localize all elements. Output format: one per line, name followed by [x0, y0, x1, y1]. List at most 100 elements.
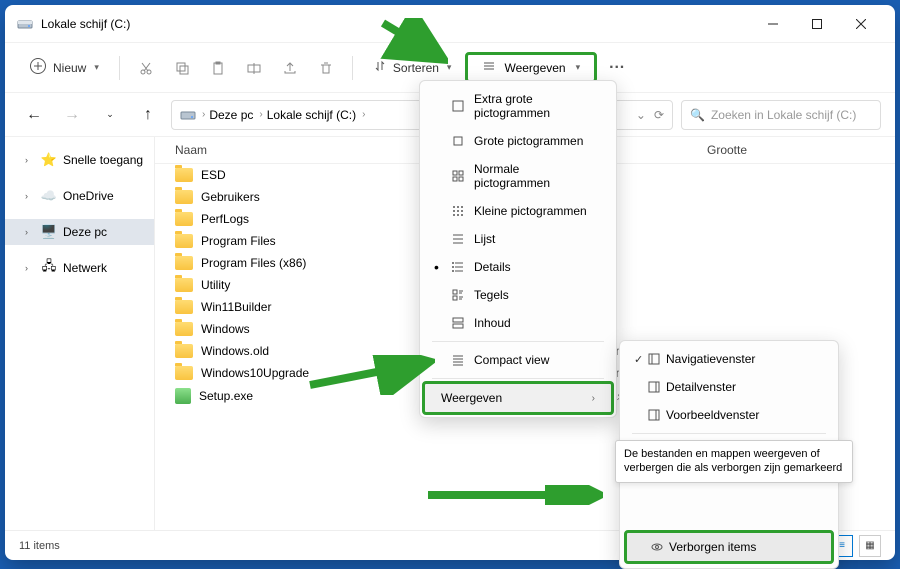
close-button[interactable] [839, 5, 883, 43]
chevron-down-icon: ▾ [576, 62, 581, 73]
submenu-item[interactable]: Voorbeeldvenster [624, 401, 834, 429]
sort-button[interactable]: Sorteren ▾ [363, 53, 462, 82]
sidebar-item-quick-access[interactable]: ›⭐Snelle toegang [5, 147, 154, 173]
file-name: ESD [201, 168, 226, 182]
sort-label: Sorteren [393, 61, 439, 75]
sort-icon [373, 59, 387, 76]
menu-item-label: Inhoud [474, 316, 511, 330]
copy-button[interactable] [166, 52, 198, 84]
sidebar-item-network[interactable]: ›🖧Netwerk [5, 255, 154, 281]
folder-icon [175, 212, 193, 226]
delete-button[interactable] [310, 52, 342, 84]
file-name: Gebruikers [201, 190, 260, 204]
sidebar-item-label: Snelle toegang [63, 153, 143, 167]
md-grid-icon [450, 169, 466, 183]
menu-item-label: Weergeven [441, 391, 502, 405]
submenu-item-label: Verborgen items [669, 540, 756, 554]
monitor-icon: 🖥️ [41, 224, 57, 240]
chevron-right-icon: › [362, 109, 365, 120]
eye-icon [649, 540, 665, 554]
title-bar: Lokale schijf (C:) [5, 5, 895, 43]
exe-icon [175, 388, 191, 404]
sidebar-item-onedrive[interactable]: ›☁️OneDrive [5, 183, 154, 209]
breadcrumb-item[interactable]: Lokale schijf (C:) [267, 108, 356, 122]
search-input[interactable]: 🔍 Zoeken in Lokale schijf (C:) [681, 100, 881, 130]
new-button[interactable]: Nieuw ▾ [19, 51, 109, 84]
menu-item-label: Normale pictogrammen [474, 162, 596, 190]
col-name[interactable]: Naam [155, 143, 445, 157]
tooltip-text: De bestanden en mappen weergeven of verb… [624, 448, 842, 474]
item-count: 11 items [19, 540, 60, 552]
folder-icon [175, 234, 193, 248]
menu-item[interactable]: Normale pictogrammen [424, 155, 612, 197]
cloud-icon: ☁️ [41, 188, 57, 204]
file-name: Windows [201, 322, 250, 336]
sm-grid-icon [450, 204, 466, 218]
view-icon [482, 59, 496, 76]
menu-item[interactable]: Lijst [424, 225, 612, 253]
list-icon [450, 232, 466, 246]
menu-item-show[interactable]: Weergeven › [422, 381, 614, 415]
share-button[interactable] [274, 52, 306, 84]
minimize-button[interactable] [751, 5, 795, 43]
chevron-down-icon: ▾ [94, 62, 99, 73]
submenu-item-label: Navigatievenster [666, 352, 755, 366]
file-name: Utility [201, 278, 230, 292]
menu-item-label: Kleine pictogrammen [474, 204, 587, 218]
menu-item-compact[interactable]: Compact view [424, 346, 612, 374]
tiles-icon [450, 288, 466, 302]
refresh-icon[interactable]: ⟳ [654, 108, 664, 122]
chevron-right-icon: › [25, 191, 35, 201]
breadcrumb-item[interactable]: Deze pc [209, 108, 253, 122]
chevron-right-icon: › [592, 393, 595, 404]
menu-item[interactable]: Grote pictogrammen [424, 127, 612, 155]
rename-button[interactable] [238, 52, 270, 84]
chevron-right-icon: › [259, 109, 262, 120]
menu-item-label: Extra grote pictogrammen [474, 92, 596, 120]
content-icon [450, 316, 466, 330]
forward-button[interactable]: → [57, 100, 87, 130]
chevron-right-icon: › [202, 109, 205, 120]
view-label: Weergeven [504, 61, 565, 75]
tooltip: De bestanden en mappen weergeven of verb… [615, 440, 853, 483]
file-name: PerfLogs [201, 212, 249, 226]
menu-item[interactable]: Kleine pictogrammen [424, 197, 612, 225]
submenu-item[interactable]: Detailvenster [624, 373, 834, 401]
submenu-item-label: Voorbeeldvenster [666, 408, 759, 422]
recent-button[interactable]: ⌄ [95, 100, 125, 130]
thumbnails-view-toggle[interactable]: ▦ [859, 535, 881, 557]
chevron-right-icon: › [25, 263, 35, 273]
menu-item-label: Compact view [474, 353, 549, 367]
paste-button[interactable] [202, 52, 234, 84]
compact-icon [450, 353, 466, 367]
menu-item[interactable]: Inhoud [424, 309, 612, 337]
col-size[interactable]: Grootte [695, 143, 895, 157]
panel-left-icon [646, 352, 662, 366]
more-button[interactable]: ··· [601, 52, 633, 84]
menu-item[interactable]: •Details [424, 253, 612, 281]
menu-item-label: Lijst [474, 232, 495, 246]
chevron-right-icon: › [25, 155, 35, 165]
submenu-item-hidden[interactable]: Verborgen items [624, 530, 834, 564]
network-icon: 🖧 [41, 260, 57, 276]
lg-grid-icon [450, 134, 466, 148]
maximize-button[interactable] [795, 5, 839, 43]
submenu-item[interactable]: ✓ Navigatievenster [624, 345, 834, 373]
menu-item[interactable]: Extra grote pictogrammen [424, 85, 612, 127]
sidebar-item-label: Deze pc [63, 225, 107, 239]
cut-button[interactable] [130, 52, 162, 84]
menu-item[interactable]: Tegels [424, 281, 612, 309]
drive-icon [180, 107, 196, 123]
sidebar-item-this-pc[interactable]: ›🖥️Deze pc [5, 219, 154, 245]
file-name: Windows10Upgrade [201, 366, 309, 380]
folder-icon [175, 300, 193, 314]
plus-circle-icon [29, 57, 47, 78]
check-icon: ✓ [634, 353, 643, 366]
up-button[interactable]: ↑ [133, 100, 163, 130]
view-button[interactable]: Weergeven ▾ [465, 52, 597, 83]
back-button[interactable]: ← [19, 100, 49, 130]
panel-right-icon [646, 380, 662, 394]
search-icon: 🔍 [690, 108, 705, 122]
chevron-down-icon[interactable]: ⌄ [636, 108, 646, 122]
view-dropdown: Extra grote pictogrammen Grote pictogramm… [419, 80, 617, 418]
